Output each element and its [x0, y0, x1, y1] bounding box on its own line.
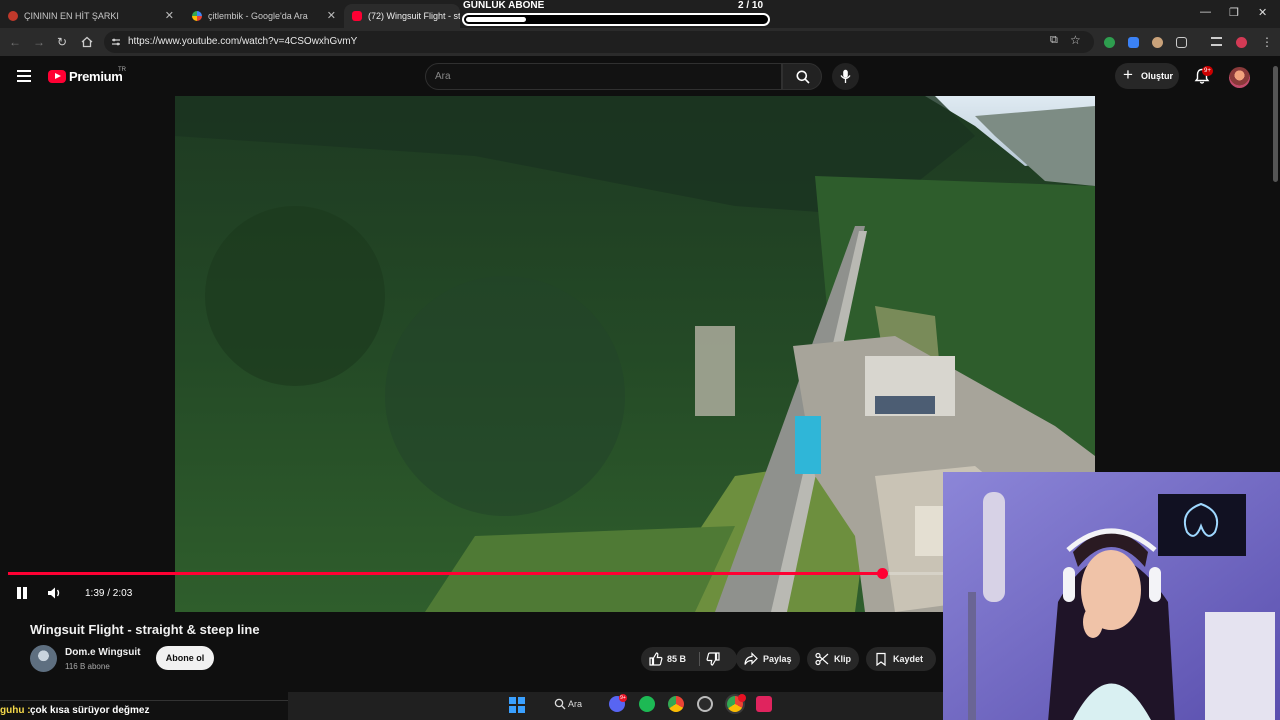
channel-avatar[interactable] [30, 645, 57, 672]
home-icon[interactable] [81, 36, 93, 48]
browser-tab[interactable]: çitlembik - Google'da Ara ✕ [184, 4, 342, 28]
plus-icon: + [1123, 65, 1133, 84]
video-progress-played [8, 572, 882, 575]
like-button[interactable]: 85 B [641, 647, 697, 671]
maximize-icon[interactable]: ❐ [1229, 6, 1239, 19]
goal-progress-bar [462, 13, 770, 26]
search-icon [796, 70, 810, 84]
account-avatar[interactable] [1229, 67, 1250, 88]
search-button[interactable] [782, 63, 822, 90]
browser-menu-icon[interactable]: ⋮ [1261, 35, 1273, 49]
tab-favicon-icon [8, 11, 18, 21]
notification-badge: 9+ [1202, 66, 1213, 76]
app-icon[interactable] [756, 696, 772, 712]
url-text[interactable]: https://www.youtube.com/watch?v=4CSOwxhG… [128, 36, 357, 47]
tab-title: (72) Wingsuit Flight - straig [368, 11, 460, 21]
media-control-icon[interactable] [1211, 37, 1222, 46]
divider [699, 652, 700, 666]
voice-search-button[interactable] [832, 63, 859, 90]
profile-avatar-icon[interactable] [1236, 37, 1247, 48]
tab-title: çitlembik - Google'da Ara [208, 11, 308, 21]
save-button[interactable]: Kaydet [866, 647, 936, 671]
video-timecode: 1:39 / 2:03 [85, 588, 133, 599]
extension-icon[interactable] [1104, 37, 1115, 48]
minimize-icon[interactable]: — [1200, 6, 1211, 18]
google-icon [192, 11, 202, 21]
search-placeholder: Ara [435, 71, 451, 82]
windows-start-icon[interactable] [509, 697, 525, 713]
streamer-webcam [943, 472, 1280, 720]
save-label: Kaydet [893, 654, 924, 664]
tab-title: ÇINININ EN HİT ŞARKI [24, 11, 119, 21]
window-close-icon[interactable]: ✕ [1258, 6, 1267, 19]
microphone-icon [840, 69, 851, 83]
dislike-button[interactable] [701, 647, 737, 671]
taskbar-search-icon[interactable] [554, 698, 566, 710]
youtube-favicon-icon [352, 11, 362, 21]
scrollbar-thumb[interactable] [1273, 66, 1278, 182]
youtube-logo-icon[interactable] [48, 70, 66, 83]
address-bar[interactable]: https://www.youtube.com/watch?v=4CSOwxhG… [104, 31, 1094, 53]
extension-icon[interactable] [1152, 37, 1163, 48]
tab-close-icon[interactable]: ✕ [165, 9, 174, 22]
country-code: TR [118, 67, 126, 73]
create-label: Oluştur [1141, 71, 1174, 81]
browser-tab-active[interactable]: (72) Wingsuit Flight - straig [344, 4, 460, 28]
forward-icon[interactable]: → [33, 35, 45, 49]
pause-icon[interactable] [15, 586, 29, 600]
bookmark-star-icon[interactable]: ☆ [1070, 33, 1081, 47]
back-icon[interactable]: ← [9, 35, 21, 49]
youtube-header: Premium TR Ara + Oluştur 9+ [0, 56, 1270, 96]
share-icon [744, 652, 758, 665]
goal-label: GÜNLÜK ABONE [463, 0, 545, 11]
volume-icon[interactable] [47, 586, 63, 600]
create-button[interactable]: + Oluştur [1115, 63, 1179, 89]
subscriber-count: 116 B abone [65, 662, 110, 671]
chat-username: guhu : [0, 705, 31, 716]
webcam-feed-image [943, 472, 1280, 720]
share-button[interactable]: Paylaş [736, 647, 800, 671]
spotify-icon[interactable] [639, 696, 655, 712]
github-icon[interactable] [697, 696, 713, 712]
clip-button[interactable]: Klip [807, 647, 859, 671]
taskbar-search-label[interactable]: Ara [568, 699, 582, 709]
discord-badge: 9+ [619, 694, 627, 702]
video-scrubber-handle[interactable] [877, 568, 888, 579]
install-app-icon[interactable]: ⧉ [1050, 34, 1058, 47]
daily-subscriber-goal-widget: GÜNLÜK ABONE 2 / 10 [460, 0, 772, 28]
app-alert-badge [738, 694, 746, 702]
bookmark-icon [876, 652, 886, 666]
scissors-icon [815, 652, 829, 666]
thumbs-up-icon [649, 652, 663, 666]
chat-ticker: guhu : çok kısa sürüyor değmez [0, 700, 288, 720]
reload-icon[interactable]: ↻ [57, 35, 67, 49]
clip-label: Klip [834, 654, 851, 664]
goal-progress-fill [466, 17, 526, 22]
like-dislike-group: 85 B [641, 647, 737, 671]
share-label: Paylaş [763, 654, 792, 664]
tab-close-icon[interactable]: ✕ [327, 9, 336, 22]
browser-tab[interactable]: ÇINININ EN HİT ŞARKI ✕ [0, 4, 180, 28]
hamburger-menu-icon[interactable] [17, 70, 31, 82]
youtube-premium-logo[interactable]: Premium [69, 69, 123, 84]
goal-count: 2 / 10 [738, 0, 764, 11]
video-title: Wingsuit Flight - straight & steep line [30, 622, 260, 637]
subscribe-button[interactable]: Abone ol [156, 646, 214, 670]
search-input[interactable]: Ara [425, 63, 782, 90]
thumbs-down-icon [706, 652, 720, 666]
extensions-puzzle-icon[interactable] [1176, 37, 1187, 48]
like-count: 85 B [667, 654, 687, 664]
chrome-icon[interactable] [668, 696, 684, 712]
browser-toolbar: ← → ↻ https://www.youtube.com/watch?v=4C… [0, 28, 1280, 56]
channel-name[interactable]: Dom.e Wingsuit [65, 647, 140, 658]
chat-message: çok kısa sürüyor değmez [30, 705, 150, 716]
site-info-icon[interactable] [111, 37, 121, 47]
extension-icon[interactable] [1128, 37, 1139, 48]
